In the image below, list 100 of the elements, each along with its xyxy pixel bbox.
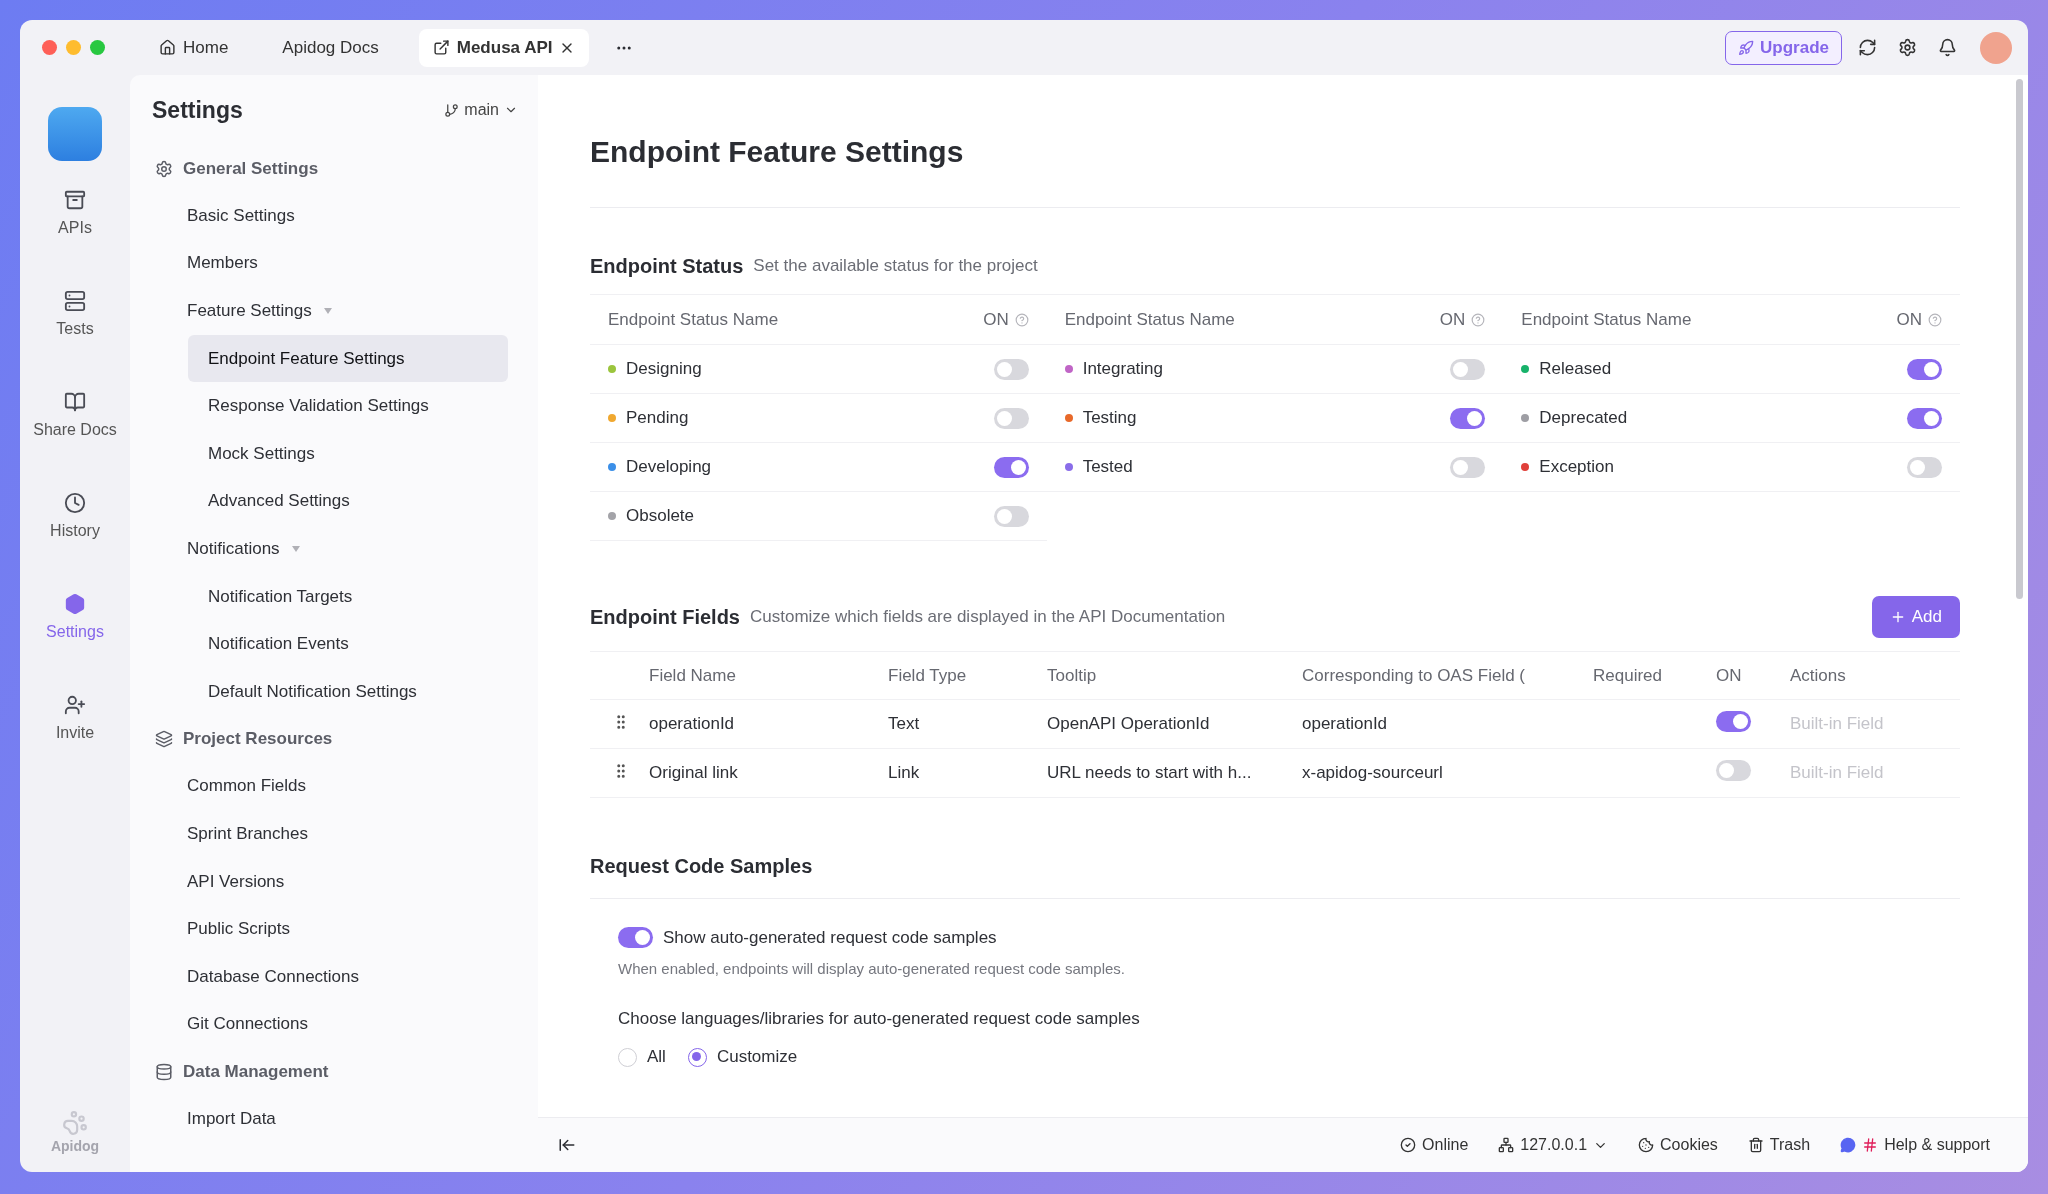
toggle-switch[interactable] xyxy=(1716,711,1751,732)
sidebar-item[interactable]: Notification Events xyxy=(188,620,508,668)
app-logo-placeholder xyxy=(48,107,102,161)
toggle-switch[interactable] xyxy=(993,456,1029,478)
tab-label: Medusa API xyxy=(456,37,553,58)
toggle-switch[interactable] xyxy=(993,407,1029,429)
toggle-switch[interactable] xyxy=(1450,358,1486,380)
column-header: Required xyxy=(1593,665,1663,686)
sidebar-item[interactable]: Default Notification Settings xyxy=(188,667,508,716)
toggle-switch[interactable] xyxy=(1907,456,1942,478)
rail-item[interactable]: Share Docs xyxy=(33,391,117,492)
column-header: Tooltip xyxy=(1047,665,1098,686)
chat-icon xyxy=(1840,1137,1857,1153)
status-name: Released xyxy=(1539,359,1613,379)
rail-item[interactable]: Invite xyxy=(55,694,95,795)
section-title: Request Code Samples xyxy=(590,854,813,878)
table-cell-text: URL needs to start with h... xyxy=(1047,763,1253,783)
help-icon[interactable] xyxy=(1928,312,1942,327)
table-cell-text: Built-in Field xyxy=(1790,763,1885,783)
table-cell-text: operationId xyxy=(1302,714,1389,734)
layers-icon xyxy=(155,730,173,749)
sidebar-item[interactable]: Mock Settings xyxy=(188,429,508,478)
status-bar-item[interactable]: Cookies xyxy=(1638,1136,1718,1154)
toggle-switch[interactable] xyxy=(618,927,653,948)
paw-icon xyxy=(62,1110,88,1136)
tab[interactable]: Medusa API xyxy=(418,28,590,67)
column-header: Endpoint Status Name xyxy=(1064,309,1236,330)
status-bar-item[interactable]: Online xyxy=(1400,1136,1469,1154)
hint-text: When enabled, endpoints will display auto-generated request code samples. xyxy=(618,960,1126,977)
book-icon xyxy=(64,391,86,413)
upgrade-button[interactable]: Upgrade xyxy=(1725,30,1842,65)
sidebar-item[interactable]: Basic Settings xyxy=(187,192,508,240)
sidebar-item[interactable]: Notification Targets xyxy=(188,572,508,621)
sidebar-item[interactable]: Notifications xyxy=(187,525,508,573)
sidebar-item[interactable]: API Versions xyxy=(187,857,508,906)
rail-item[interactable]: Tests xyxy=(56,290,94,391)
toggle-switch[interactable] xyxy=(1450,407,1486,429)
page-title: Endpoint Feature Settings xyxy=(590,75,1960,208)
toggle-switch[interactable] xyxy=(1450,456,1486,478)
rail-item[interactable]: History xyxy=(50,492,100,593)
help-icon[interactable] xyxy=(1014,312,1029,327)
radio-label: Customize xyxy=(716,1047,798,1067)
toggle-switch[interactable] xyxy=(1907,407,1942,429)
status-name: Designing xyxy=(626,359,703,379)
sidebar-item[interactable]: Sprint Branches xyxy=(187,810,508,858)
rail-item[interactable]: APIs xyxy=(58,189,92,290)
field-label: Choose languages/libraries for auto-generated request code samples xyxy=(618,1009,1141,1029)
avatar[interactable] xyxy=(1980,31,2012,64)
status-bar-item[interactable]: 127.0.0.1 xyxy=(1498,1136,1609,1154)
help-icon[interactable] xyxy=(1471,312,1486,327)
column-header: ON xyxy=(1716,665,1743,686)
column-header: ON xyxy=(983,309,1009,330)
tab[interactable]: Apidog Docs xyxy=(268,28,393,67)
toggle-switch[interactable] xyxy=(1716,760,1751,781)
hexagon-icon xyxy=(64,593,86,615)
sidebar-item[interactable]: Git Connections xyxy=(187,1000,508,1049)
table-cell-text: Text xyxy=(888,714,921,734)
column-header: ON xyxy=(1439,309,1466,330)
trash-icon xyxy=(1747,1137,1764,1153)
status-bar-item[interactable]: Trash xyxy=(1747,1136,1811,1154)
sidebar-item[interactable]: Members xyxy=(187,239,508,288)
close-window-button[interactable] xyxy=(42,40,57,55)
toggle-switch[interactable] xyxy=(993,358,1029,380)
scrollbar-thumb[interactable] xyxy=(2016,79,2023,599)
collapse-icon[interactable] xyxy=(558,1136,576,1154)
add-button[interactable]: Add xyxy=(1871,596,1960,638)
status-name: Integrating xyxy=(1082,359,1164,379)
branch-selector[interactable]: main xyxy=(444,101,518,119)
status-bar-item[interactable]: Help & support xyxy=(1840,1136,1990,1154)
sidebar-item[interactable]: Import Data xyxy=(187,1095,508,1143)
sidebar-item[interactable]: Endpoint Feature Settings xyxy=(188,334,508,383)
clock-icon xyxy=(64,492,86,514)
cookie-icon xyxy=(1638,1137,1655,1153)
tab-label: Apidog Docs xyxy=(282,37,379,58)
external-link-icon xyxy=(432,39,450,56)
sidebar-item[interactable]: Feature Settings xyxy=(187,287,508,335)
toggle-switch[interactable] xyxy=(1907,358,1942,380)
sidebar-item[interactable]: Response Validation Settings xyxy=(188,382,508,430)
rail-item[interactable]: Settings xyxy=(46,593,104,694)
toggle-switch[interactable] xyxy=(993,505,1029,527)
network-icon xyxy=(1498,1137,1515,1153)
column-header: ON xyxy=(1896,309,1922,330)
status-name: Exception xyxy=(1539,457,1615,477)
sidebar-item[interactable]: Public Scripts xyxy=(187,905,508,953)
column-header: Endpoint Status Name xyxy=(1521,309,1693,330)
database-icon xyxy=(155,1062,173,1081)
section-title: Endpoint Status xyxy=(590,254,744,278)
sidebar-item[interactable]: Advanced Settings xyxy=(188,477,508,526)
check-circle-icon xyxy=(1400,1137,1417,1153)
status-name: Pending xyxy=(626,408,690,428)
minimize-window-button[interactable] xyxy=(66,40,81,55)
status-name: Tested xyxy=(1082,457,1134,477)
tab[interactable]: Home xyxy=(145,28,243,67)
maximize-window-button[interactable] xyxy=(90,40,105,55)
add-user-icon xyxy=(64,694,86,716)
sidebar-item[interactable]: Database Connections xyxy=(187,952,508,1001)
rocket-icon xyxy=(1738,39,1755,56)
sidebar-item[interactable]: Common Fields xyxy=(187,762,508,811)
table-cell-text: Original link xyxy=(649,763,739,783)
group-heading: Data Management xyxy=(183,1061,329,1082)
